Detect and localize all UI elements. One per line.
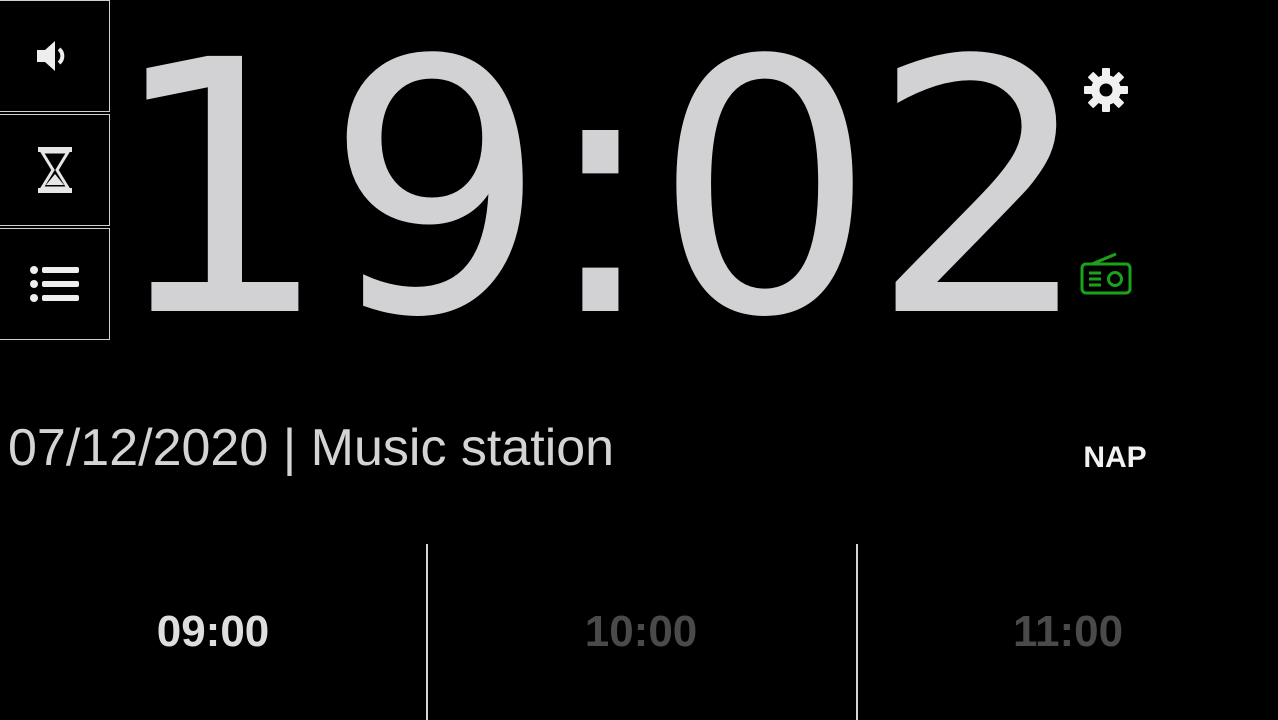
list-button[interactable] — [0, 228, 110, 340]
alarm-item-2[interactable]: 10:00 — [428, 544, 854, 720]
radio-button[interactable] — [1076, 248, 1136, 304]
sound-button[interactable] — [0, 0, 110, 112]
speaker-icon — [33, 36, 77, 76]
settings-button[interactable] — [1078, 64, 1134, 120]
clock-time: 19:02 — [108, 0, 1093, 394]
list-icon — [29, 264, 81, 304]
nap-button[interactable]: NAP — [1070, 436, 1160, 480]
alarm-list: 09:00 10:00 11:00 — [0, 544, 1278, 720]
alarm-item-3[interactable]: 11:00 — [858, 544, 1278, 720]
gear-icon — [1082, 66, 1130, 118]
timer-button[interactable] — [0, 114, 110, 226]
radio-icon — [1078, 251, 1134, 301]
hourglass-icon — [35, 145, 75, 195]
date-station-label: 07/12/2020 | Music station — [8, 419, 615, 477]
alarm-item-1[interactable]: 09:00 — [0, 544, 426, 720]
